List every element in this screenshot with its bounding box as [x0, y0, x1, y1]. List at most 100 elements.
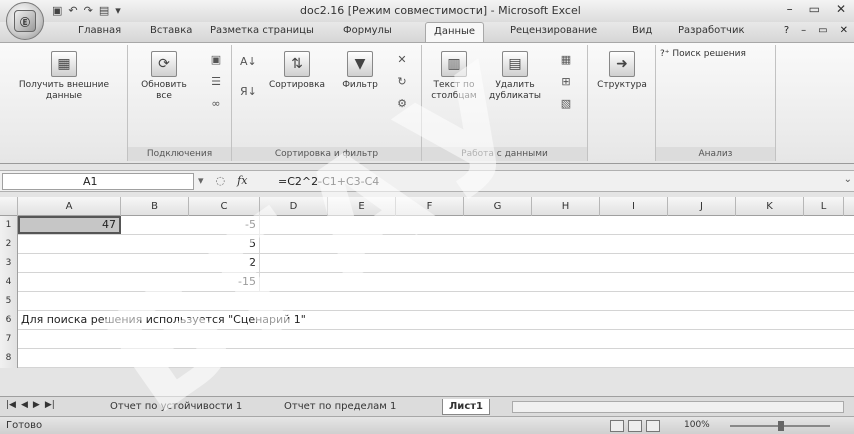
col-header-g[interactable]: G	[464, 197, 532, 216]
sheet-tab-limits-report[interactable]: Отчет по пределам 1	[278, 399, 402, 415]
name-box[interactable]: A1	[2, 173, 194, 190]
col-header-j[interactable]: J	[668, 197, 736, 216]
sheet-tab-bar: |◀ ◀ ▶ ▶| Отчет по устойчивости 1 Отчет …	[0, 396, 854, 416]
solver-button[interactable]: ?⁺ Поиск решения	[660, 49, 772, 60]
row-header[interactable]: 8	[0, 349, 18, 368]
edit-links-icon[interactable]: ∞	[208, 97, 224, 111]
zoom-level[interactable]: 100%	[684, 420, 710, 430]
tab-insert[interactable]: Вставка	[150, 25, 192, 36]
zoom-slider-knob[interactable]	[778, 421, 784, 431]
connections-icon[interactable]: ▣	[208, 53, 224, 67]
row-header[interactable]: 7	[0, 330, 18, 349]
advanced-filter-icon[interactable]: ⚙	[394, 97, 410, 111]
tab-view[interactable]: Вид	[632, 25, 652, 36]
redo-icon[interactable]: ↷	[84, 4, 93, 17]
cell-c1[interactable]: -5	[189, 216, 260, 234]
tab-home[interactable]: Главная	[78, 25, 121, 36]
col-header-f[interactable]: F	[396, 197, 464, 216]
remove-duplicates-button[interactable]: ▤ Удалить дубликаты	[484, 51, 546, 102]
office-button[interactable]: Ⓔ	[6, 2, 44, 40]
row-header[interactable]: 5	[0, 292, 18, 311]
group-sort-filter: A↓ Я↓ ⇅ Сортировка ▼ Фильтр ✕ ↻ ⚙ Сортир…	[232, 45, 422, 161]
name-box-dropdown-icon[interactable]: ▾	[198, 174, 204, 187]
properties-icon[interactable]: ☰	[208, 75, 224, 89]
col-header-e[interactable]: E	[328, 197, 396, 216]
tab-page-layout[interactable]: Разметка страницы	[210, 25, 314, 36]
expand-formula-icon[interactable]: ⌄	[844, 174, 852, 185]
col-header-i[interactable]: I	[600, 197, 668, 216]
row-header[interactable]: 4	[0, 273, 18, 292]
next-sheet-icon[interactable]: ▶	[33, 400, 40, 410]
cell-c3[interactable]: 2	[189, 254, 260, 272]
sort-desc-icon[interactable]: Я↓	[240, 85, 257, 99]
maximize-icon[interactable]: ▭	[809, 2, 820, 16]
refresh-all-button[interactable]: ⟳ Обновить все	[134, 51, 194, 102]
get-external-data-label: Получить внешние данные	[18, 80, 110, 101]
consolidate-icon[interactable]: ⊞	[558, 75, 574, 89]
group-analysis: ?⁺ Поиск решения Анализ	[656, 45, 776, 161]
outline-button[interactable]: ➜ Структура	[592, 51, 652, 91]
quick-access-toolbar: ▣ ↶ ↷ ▤ ▾	[52, 4, 121, 17]
normal-view-icon[interactable]	[610, 420, 624, 432]
prev-sheet-icon[interactable]: ◀	[21, 400, 28, 410]
tab-developer[interactable]: Разработчик	[678, 25, 745, 36]
tab-data[interactable]: Данные	[425, 22, 485, 43]
save-icon[interactable]: ▣	[52, 4, 62, 17]
formula-input[interactable]: =C2^2-C1+C3-C4	[278, 175, 379, 188]
what-if-icon[interactable]: ▧	[558, 97, 574, 111]
minimize-icon[interactable]: –	[787, 2, 793, 16]
sheet-tab-list1[interactable]: Лист1	[442, 399, 490, 415]
col-header-h[interactable]: H	[532, 197, 600, 216]
row-header[interactable]: 1	[0, 216, 18, 235]
ribbon-tab-bar: Главная Вставка Разметка страницы Формул…	[0, 22, 854, 43]
cell-c4[interactable]: -15	[189, 273, 260, 291]
filter-label: Фильтр	[342, 80, 378, 90]
clear-filter-icon[interactable]: ✕	[394, 53, 410, 67]
select-all-corner[interactable]	[0, 197, 18, 216]
group-data-tools-label: Работа с данными	[422, 147, 587, 161]
first-sheet-icon[interactable]: |◀	[6, 400, 16, 410]
col-header-l[interactable]: L	[804, 197, 844, 216]
sort-button[interactable]: ⇅ Сортировка	[264, 51, 330, 91]
text-to-columns-icon: ▥	[441, 51, 467, 77]
tab-formulas[interactable]: Формулы	[343, 25, 392, 36]
status-bar: Готово 100%	[0, 416, 854, 434]
col-header-a[interactable]: A	[18, 197, 121, 216]
row-header[interactable]: 3	[0, 254, 18, 273]
window-title: doc2.16 [Режим совместимости] - Microsof…	[300, 4, 581, 17]
table-row: 8	[0, 349, 854, 368]
doc-close-icon[interactable]: ✕	[840, 25, 848, 36]
zoom-slider[interactable]	[730, 421, 830, 431]
sort-asc-icon[interactable]: A↓	[240, 55, 257, 69]
filter-button[interactable]: ▼ Фильтр	[334, 51, 386, 91]
row-header[interactable]: 6	[0, 311, 18, 330]
help-icon[interactable]: ?	[784, 25, 789, 36]
close-icon[interactable]: ✕	[836, 2, 846, 16]
sheet-tab-sensitivity-report[interactable]: Отчет по устойчивости 1	[104, 399, 248, 415]
reapply-filter-icon[interactable]: ↻	[394, 75, 410, 89]
print-preview-icon[interactable]: ▤	[99, 4, 109, 17]
ribbon-right-controls: ? – ▭ ✕	[784, 25, 848, 36]
cell-a1[interactable]: 47	[18, 216, 121, 234]
horizontal-scrollbar[interactable]	[512, 401, 844, 413]
text-to-columns-button[interactable]: ▥ Текст по столбцам	[426, 51, 482, 102]
col-header-k[interactable]: K	[736, 197, 804, 216]
cell-c2[interactable]: 5	[189, 235, 260, 253]
qat-customize-icon[interactable]: ▾	[115, 4, 121, 17]
undo-icon[interactable]: ↶	[68, 4, 77, 17]
formula-cancel-icon[interactable]: ◌	[216, 174, 226, 187]
get-external-data-button[interactable]: ▦ Получить внешние данные	[12, 51, 116, 102]
insert-function-icon[interactable]: fx	[237, 174, 247, 187]
col-header-b[interactable]: B	[121, 197, 189, 216]
page-layout-view-icon[interactable]	[628, 420, 642, 432]
page-break-view-icon[interactable]	[646, 420, 660, 432]
cell-a6[interactable]: Для поиска решения используется "Сценари…	[21, 311, 306, 329]
col-header-d[interactable]: D	[260, 197, 328, 216]
col-header-c[interactable]: C	[189, 197, 260, 216]
row-header[interactable]: 2	[0, 235, 18, 254]
doc-restore-icon[interactable]: ▭	[818, 25, 827, 36]
data-validation-icon[interactable]: ▦	[558, 53, 574, 67]
last-sheet-icon[interactable]: ▶|	[45, 400, 55, 410]
doc-minimize-icon[interactable]: –	[801, 25, 806, 36]
tab-review[interactable]: Рецензирование	[510, 25, 597, 36]
